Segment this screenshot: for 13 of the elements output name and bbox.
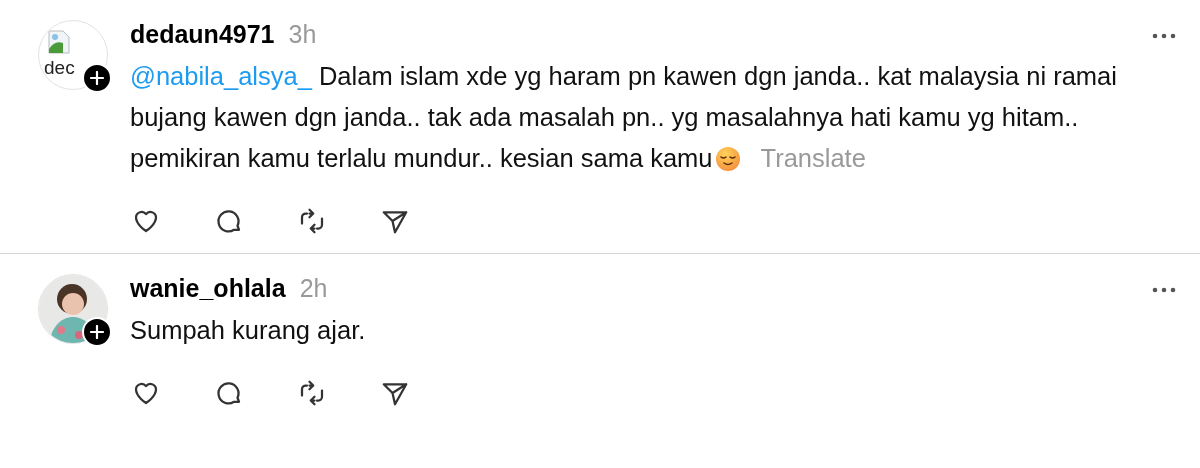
username[interactable]: dedaun4971 — [130, 20, 275, 49]
more-icon[interactable] — [1152, 287, 1176, 293]
post-text: Sumpah kurang ajar. — [130, 315, 367, 346]
avatar-alt-text: dec — [44, 57, 75, 79]
avatar[interactable]: dec — [38, 20, 108, 90]
more-icon[interactable] — [1152, 33, 1176, 39]
broken-image-icon — [47, 29, 73, 55]
post-time: 2h — [299, 274, 328, 303]
post-text: @nabila_alsya_ Dalam islam xde yg haram pn kawen dgn janda.. kat malaysia ni ramai bujang kawen dgn janda.. tak ada masalah pn.. yg masalahnya hati kamu yg hitam.. pemikiran kamu terlalu mundur.. kesian sama kamu Translate — [130, 61, 1118, 174]
post-time: 3h — [288, 20, 317, 49]
plus-icon — [90, 325, 104, 339]
plus-icon — [90, 71, 104, 85]
username[interactable]: wanie_ohlala — [130, 274, 286, 303]
